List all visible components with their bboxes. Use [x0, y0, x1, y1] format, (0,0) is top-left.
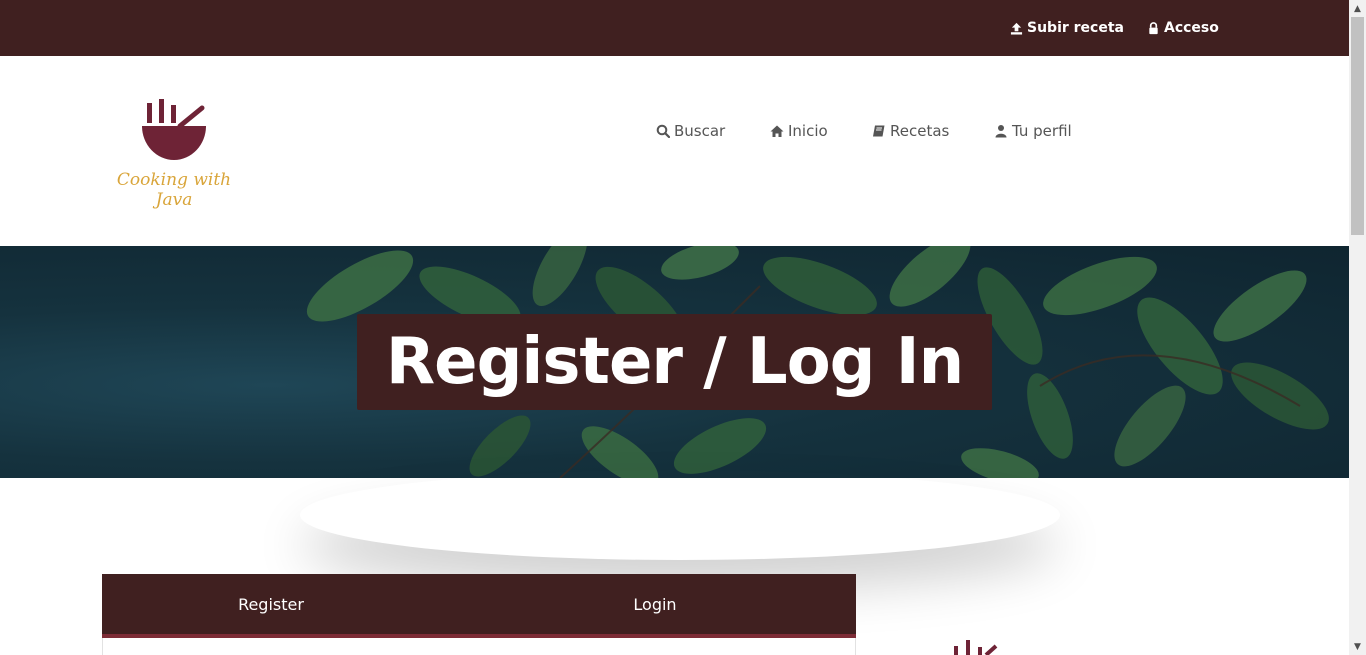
lock-icon	[1149, 21, 1158, 34]
nav-item-buscar[interactable]: Buscar	[656, 121, 725, 141]
nav-item-label: Buscar	[674, 122, 726, 140]
nav-item-label: Recetas	[890, 122, 950, 140]
nav-item-label: Inicio	[788, 122, 828, 140]
access-label: Acceso	[1164, 20, 1219, 36]
logo-text: Cooking with Java	[116, 170, 232, 210]
site-logo[interactable]: Cooking with Java	[104, 96, 244, 210]
book-icon	[873, 125, 885, 137]
nav-item-tu-perfil[interactable]: Tu perfil	[994, 121, 1072, 141]
access-link[interactable]: Acceso	[1147, 18, 1219, 38]
tab-register[interactable]: Register	[102, 574, 440, 634]
page-title: Register / Log In	[385, 325, 964, 399]
nav-item-label: Tu perfil	[1012, 122, 1072, 140]
tab-label: Register	[238, 594, 304, 614]
scroll-thumb[interactable]	[1351, 17, 1364, 235]
scroll-up-icon[interactable]: ▲	[1349, 0, 1366, 17]
search-icon	[656, 124, 670, 138]
site-header: Cooking with Java Buscar Inicio Recetas	[0, 56, 1349, 246]
hero-banner: Register / Log In	[0, 246, 1349, 478]
upload-recipe-label: Subir receta	[1027, 20, 1124, 36]
nav-item-recetas[interactable]: Recetas	[872, 121, 949, 141]
scroll-down-icon[interactable]: ▼	[1349, 638, 1366, 655]
user-icon	[995, 125, 1007, 138]
auth-form-panel	[102, 638, 856, 655]
hero-title-box: Register / Log In	[357, 314, 992, 410]
hero-shadow	[300, 470, 1060, 560]
tab-label: Login	[633, 594, 677, 614]
top-bar: Subir receta Acceso	[0, 0, 1349, 56]
page-scrollbar[interactable]: ▲ ▼	[1349, 0, 1366, 655]
bowl-logo-icon	[142, 99, 206, 160]
bowl-logo-small-icon	[954, 640, 998, 655]
auth-tabs: Register Login	[102, 574, 856, 638]
upload-recipe-link[interactable]: Subir receta	[1010, 18, 1124, 38]
home-icon	[770, 125, 784, 137]
nav-item-inicio[interactable]: Inicio	[770, 121, 828, 141]
upload-icon	[1010, 22, 1023, 35]
tab-login[interactable]: Login	[440, 574, 870, 634]
